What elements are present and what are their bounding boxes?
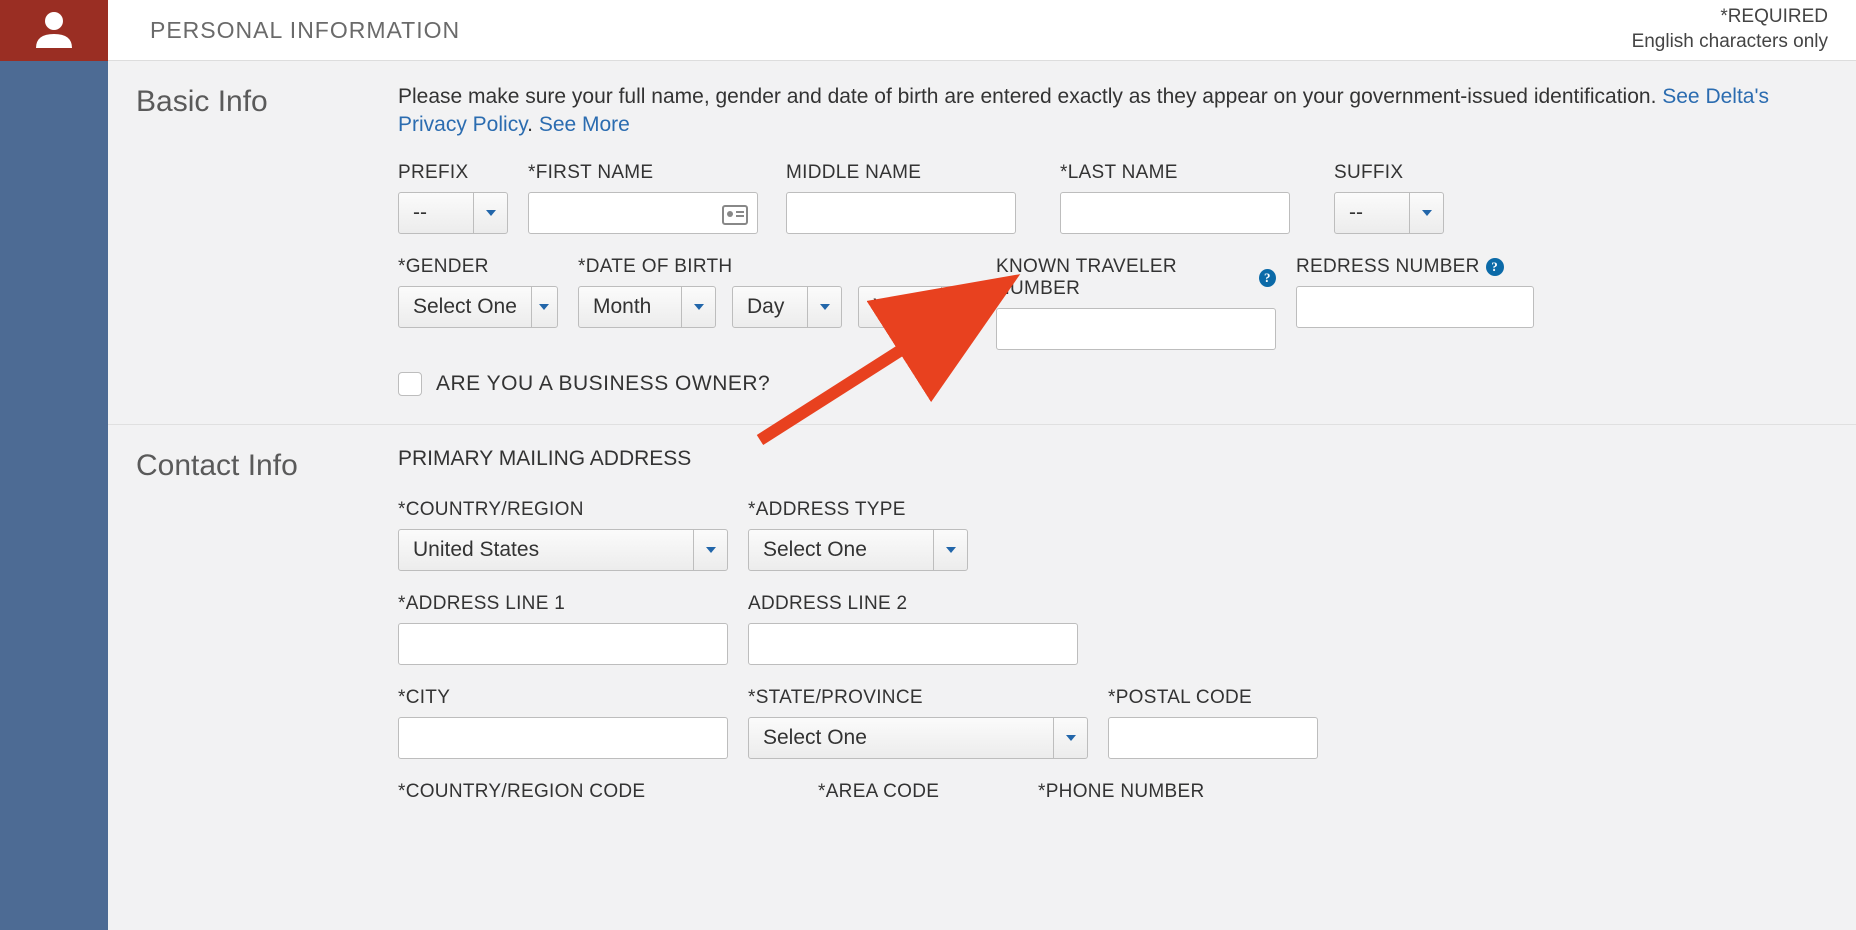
phone-label: *PHONE NUMBER	[1038, 781, 1288, 803]
suffix-label: SUFFIX	[1334, 162, 1444, 184]
contact-card-icon	[721, 200, 749, 228]
dob-month-dropdown[interactable]: Month	[578, 286, 716, 328]
dob-day-dropdown[interactable]: Day	[732, 286, 842, 328]
country-region-value: United States	[399, 530, 693, 570]
instructions-text: Please make sure your full name, gender …	[398, 85, 1656, 108]
contact-info-title: Contact Info	[136, 447, 398, 811]
business-owner-row: ARE YOU A BUSINESS OWNER?	[398, 372, 1828, 396]
known-traveler-input[interactable]	[996, 308, 1276, 350]
postal-input[interactable]	[1108, 717, 1318, 759]
main-content: PERSONAL INFORMATION *REQUIRED English c…	[108, 0, 1856, 811]
prefix-value: --	[399, 193, 473, 233]
business-owner-label: ARE YOU A BUSINESS OWNER?	[436, 372, 770, 396]
help-icon[interactable]: ?	[1486, 258, 1504, 276]
redress-label-text: REDRESS NUMBER	[1296, 256, 1480, 278]
area-code-label: *AREA CODE	[818, 781, 1018, 803]
suffix-value: --	[1335, 193, 1409, 233]
known-traveler-label: KNOWN TRAVELER NUMBER ?	[996, 256, 1276, 300]
page-header: PERSONAL INFORMATION *REQUIRED English c…	[108, 0, 1856, 61]
address-type-dropdown[interactable]: Select One	[748, 529, 968, 571]
address2-input[interactable]	[748, 623, 1078, 665]
address2-label: ADDRESS LINE 2	[748, 593, 1078, 615]
chevron-down-icon	[807, 287, 841, 327]
sidebar-profile-tab[interactable]	[0, 0, 108, 61]
basic-info-title: Basic Info	[136, 83, 398, 396]
english-only-text: English characters only	[1632, 30, 1828, 55]
address-type-value: Select One	[749, 530, 933, 570]
see-more-link[interactable]: See More	[539, 113, 630, 136]
dob-label: *DATE OF BIRTH	[578, 256, 976, 278]
address1-input[interactable]	[398, 623, 728, 665]
country-region-dropdown[interactable]: United States	[398, 529, 728, 571]
header-requirements: *REQUIRED English characters only	[1632, 5, 1828, 54]
address-type-label: *ADDRESS TYPE	[748, 499, 968, 521]
last-name-input[interactable]	[1060, 192, 1290, 234]
dob-month-value: Month	[579, 287, 681, 327]
first-name-label: *FIRST NAME	[528, 162, 758, 184]
help-icon[interactable]: ?	[1259, 269, 1276, 287]
postal-label: *POSTAL CODE	[1108, 687, 1318, 709]
city-input[interactable]	[398, 717, 728, 759]
prefix-label: PREFIX	[398, 162, 508, 184]
sidebar	[0, 0, 108, 930]
gender-label: *GENDER	[398, 256, 558, 278]
prefix-dropdown[interactable]: --	[398, 192, 508, 234]
known-traveler-label-text: KNOWN TRAVELER NUMBER	[996, 256, 1253, 300]
chevron-down-icon	[693, 530, 727, 570]
state-label: *STATE/PROVINCE	[748, 687, 1088, 709]
middle-name-input[interactable]	[786, 192, 1016, 234]
chevron-down-icon	[933, 530, 967, 570]
city-label: *CITY	[398, 687, 728, 709]
redress-label: REDRESS NUMBER ?	[1296, 256, 1534, 278]
middle-name-label: MIDDLE NAME	[786, 162, 1016, 184]
page-title: PERSONAL INFORMATION	[150, 17, 460, 44]
country-region-label: *COUNTRY/REGION	[398, 499, 728, 521]
contact-info-section: Contact Info PRIMARY MAILING ADDRESS *CO…	[108, 425, 1856, 811]
suffix-dropdown[interactable]: --	[1334, 192, 1444, 234]
chevron-down-icon	[531, 287, 557, 327]
dob-day-value: Day	[733, 287, 807, 327]
country-code-label: *COUNTRY/REGION CODE	[398, 781, 798, 803]
business-owner-checkbox[interactable]	[398, 372, 422, 396]
chevron-down-icon	[1053, 718, 1087, 758]
mailing-address-heading: PRIMARY MAILING ADDRESS	[398, 447, 1828, 471]
address1-label: *ADDRESS LINE 1	[398, 593, 728, 615]
required-text: *REQUIRED	[1632, 5, 1828, 30]
gender-value: Select One	[399, 287, 531, 327]
chevron-down-icon	[1409, 193, 1443, 233]
chevron-down-icon	[941, 287, 975, 327]
dob-year-value: Year	[859, 287, 941, 327]
chevron-down-icon	[681, 287, 715, 327]
basic-info-section: Basic Info Please make sure your full na…	[108, 61, 1856, 425]
instructions-period: .	[527, 113, 539, 136]
state-value: Select One	[749, 718, 1053, 758]
basic-instructions: Please make sure your full name, gender …	[398, 83, 1828, 140]
dob-year-dropdown[interactable]: Year	[858, 286, 976, 328]
last-name-label: *LAST NAME	[1060, 162, 1290, 184]
person-icon	[32, 8, 76, 53]
first-name-input[interactable]	[528, 192, 758, 234]
chevron-down-icon	[473, 193, 507, 233]
state-dropdown[interactable]: Select One	[748, 717, 1088, 759]
gender-dropdown[interactable]: Select One	[398, 286, 558, 328]
redress-input[interactable]	[1296, 286, 1534, 328]
